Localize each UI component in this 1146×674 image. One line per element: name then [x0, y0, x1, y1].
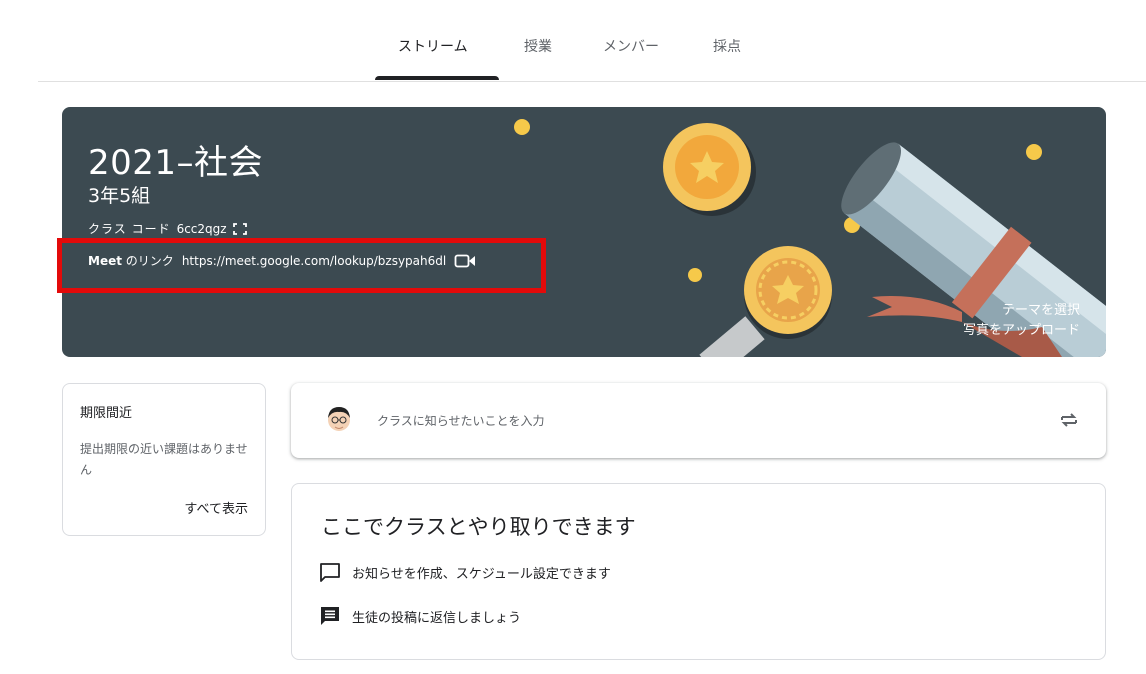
- tabs-divider: [38, 81, 1146, 82]
- class-code-row: クラス コード 6cc2qgz: [88, 220, 247, 237]
- top-tabs: ストリーム 授業 メンバー 採点: [0, 0, 1146, 82]
- class-section: 3年5組: [88, 185, 151, 207]
- info-item: 生徒の投稿に返信しましょう: [319, 605, 521, 627]
- info-card: ここでクラスとやり取りできます お知らせを作成、スケジュール設定できます 生徒の…: [291, 483, 1106, 660]
- message-icon: [321, 607, 339, 625]
- view-all-link[interactable]: すべて表示: [184, 498, 248, 517]
- class-code-value: 6cc2qgz: [176, 221, 227, 236]
- select-theme-link[interactable]: テーマを選択: [963, 301, 1080, 321]
- info-item-text: 生徒の投稿に返信しましょう: [352, 610, 522, 626]
- info-item: お知らせを作成、スケジュール設定できます: [319, 561, 611, 583]
- tab-grades[interactable]: 採点: [713, 36, 741, 56]
- upcoming-body: 提出期限の近い課題はありません: [80, 442, 248, 477]
- upcoming-heading: 期限間近: [80, 406, 133, 421]
- avatar: [328, 407, 350, 431]
- class-code-label: クラス コード: [88, 222, 171, 236]
- class-banner: 2021–社会 3年5組 クラス コード 6cc2qgz Meet のリンク h…: [62, 107, 1106, 357]
- info-item-text: お知らせを作成、スケジュール設定できます: [352, 566, 611, 582]
- info-title: ここでクラスとやり取りできます: [321, 515, 636, 539]
- fullscreen-icon[interactable]: [232, 222, 247, 235]
- tab-classwork[interactable]: 授業: [524, 36, 552, 56]
- tab-people[interactable]: メンバー: [603, 36, 659, 56]
- comment-icon: [320, 563, 340, 582]
- active-tab-indicator: [375, 76, 499, 80]
- upload-photo-link[interactable]: 写真をアップロード: [963, 321, 1080, 341]
- announce-input-placeholder[interactable]: クラスに知らせたいことを入力: [377, 412, 545, 429]
- banner-links: テーマを選択 写真をアップロード: [963, 301, 1080, 341]
- repost-icon[interactable]: [1058, 409, 1080, 431]
- highlight-annotation-box: [57, 238, 546, 293]
- announce-box[interactable]: クラスに知らせたいことを入力: [291, 383, 1106, 458]
- tab-stream[interactable]: ストリーム: [398, 36, 468, 56]
- upcoming-card: 期限間近 提出期限の近い課題はありません すべて表示: [62, 383, 266, 536]
- class-title: 2021–社会: [88, 143, 264, 183]
